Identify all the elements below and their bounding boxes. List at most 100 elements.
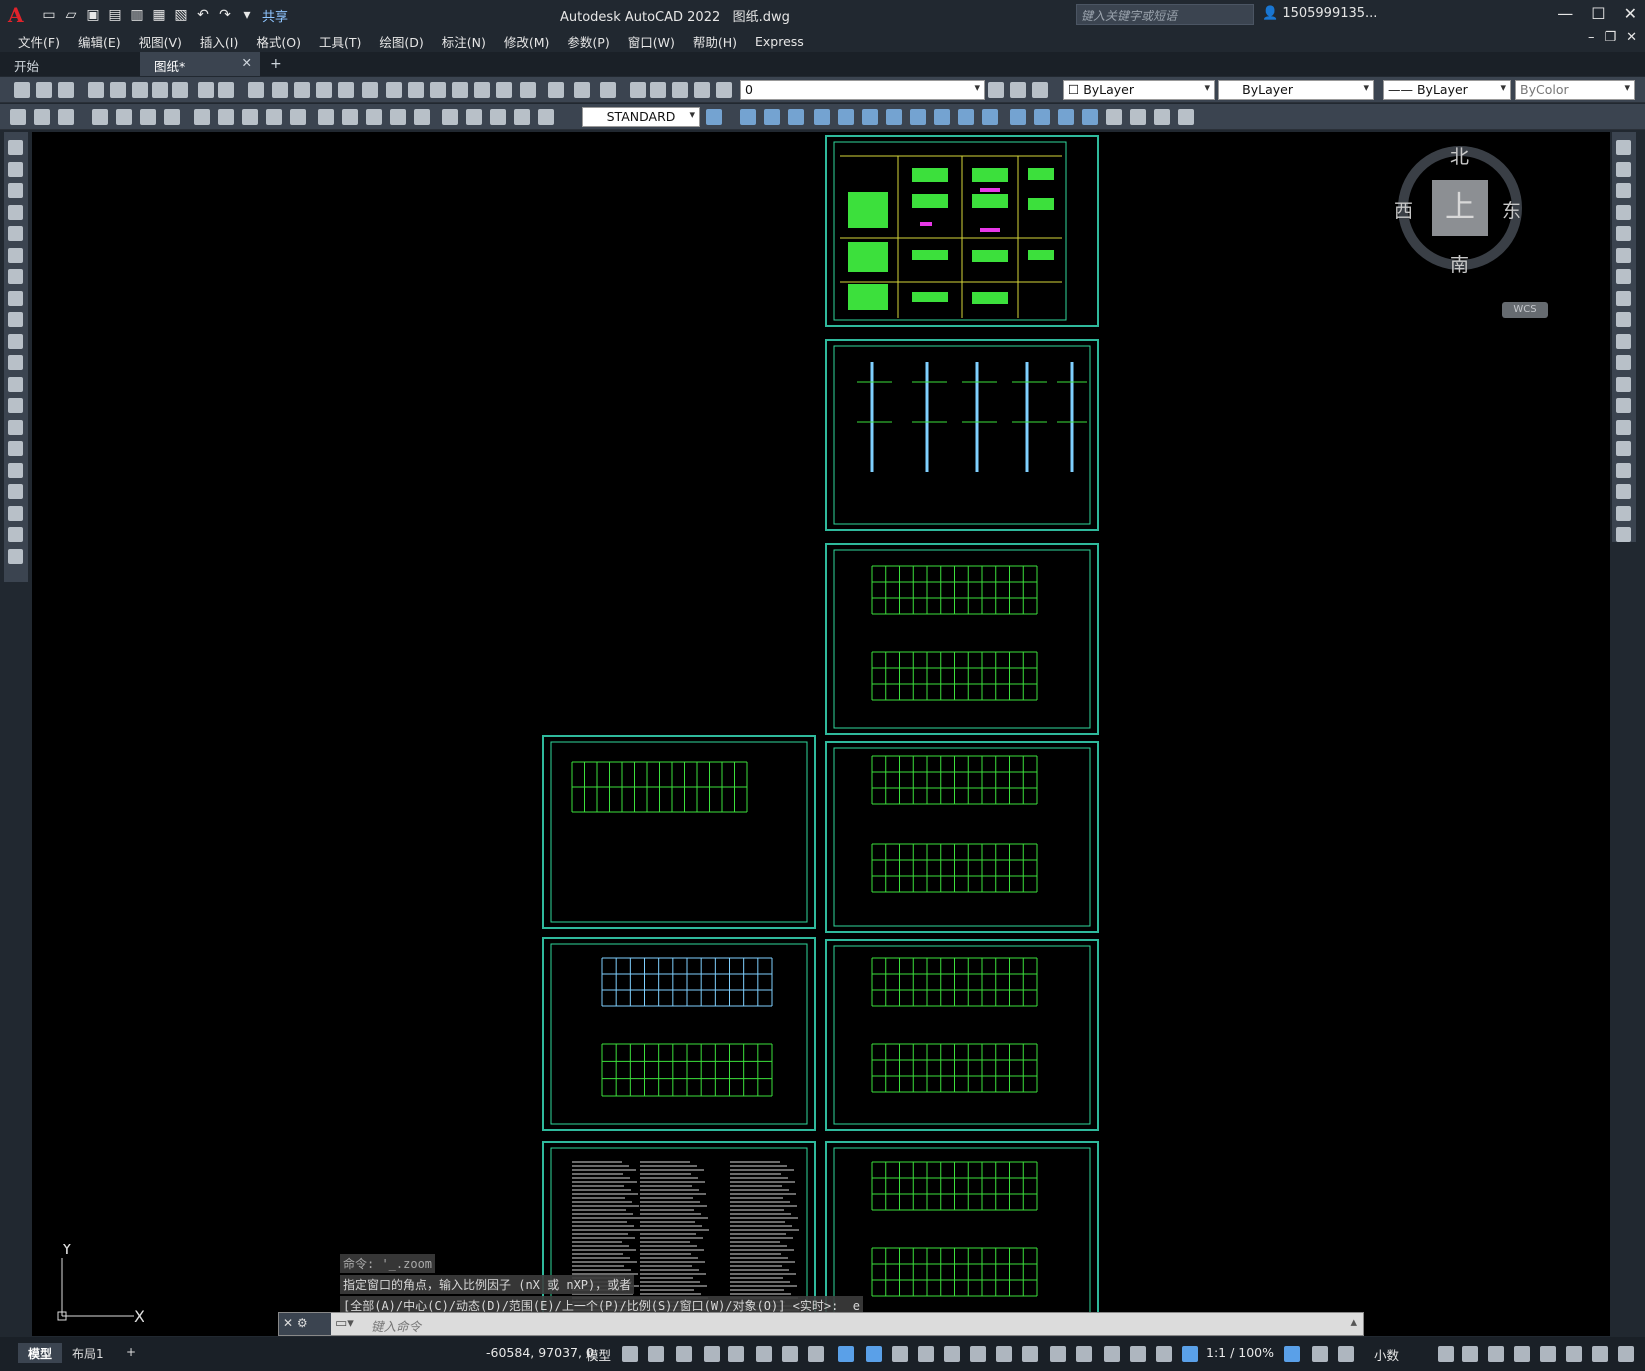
menu-express[interactable]: Express	[755, 34, 804, 49]
redo-icon[interactable]: ↷	[216, 6, 234, 24]
new-tab-icon[interactable]: +	[260, 52, 292, 76]
modify-tool-icon[interactable]	[862, 109, 878, 125]
dimension-tool-icon[interactable]	[342, 109, 358, 125]
menu-window[interactable]: 窗口(W)	[628, 32, 675, 51]
toolbar-tool-icon[interactable]	[272, 82, 288, 98]
drawing-canvas[interactable]: 上 北 南 西 东 WCS Y X	[32, 132, 1610, 1336]
tab-drawing[interactable]: 图纸* ✕	[140, 52, 260, 76]
toolbar-tool-icon[interactable]	[386, 82, 402, 98]
status-toggle-icon[interactable]	[1514, 1346, 1530, 1362]
status-toggle-icon[interactable]	[782, 1346, 798, 1362]
status-toggle-icon[interactable]	[1592, 1346, 1608, 1362]
toolbar-tool-icon[interactable]	[452, 82, 468, 98]
status-toggle-icon[interactable]	[1284, 1346, 1300, 1362]
menu-tools[interactable]: 工具(T)	[319, 32, 361, 51]
status-toggle-icon[interactable]	[1312, 1346, 1328, 1362]
modify-tool-icon[interactable]	[764, 109, 780, 125]
status-toggle-icon[interactable]	[1182, 1346, 1198, 1362]
command-input[interactable]: 键入命令	[371, 1316, 421, 1335]
modify-tool-icon[interactable]	[1616, 161, 1631, 177]
status-toggle-icon[interactable]	[944, 1346, 960, 1362]
color-dropdown[interactable]: ☐ ByLayer ▾	[1063, 80, 1215, 100]
modify-tool-icon[interactable]	[982, 109, 998, 125]
draw-tool-icon[interactable]	[8, 505, 23, 521]
toolbar-tool-icon[interactable]	[316, 82, 332, 98]
autocad-logo-icon[interactable]: A	[8, 2, 34, 28]
menu-format[interactable]: 格式(O)	[256, 32, 301, 51]
status-toggle-icon[interactable]	[892, 1346, 908, 1362]
draw-tool-icon[interactable]	[8, 226, 23, 241]
draw-tool-icon[interactable]	[8, 247, 23, 263]
tab-model[interactable]: 模型	[18, 1343, 63, 1363]
toolbar-tool-icon[interactable]	[600, 82, 616, 98]
draw-tool-icon[interactable]	[8, 183, 23, 198]
viewcube-east-label[interactable]: 东	[1502, 196, 1521, 223]
dimension-tool-icon[interactable]	[164, 109, 180, 125]
draw-tool-icon[interactable]	[8, 269, 23, 284]
linetype-dropdown[interactable]: ByLayer ▾	[1218, 80, 1374, 100]
draw-tool-icon[interactable]	[8, 419, 23, 435]
share-button[interactable]: 共享	[262, 6, 288, 25]
dimension-tool-icon[interactable]	[318, 109, 334, 125]
status-toggle-icon[interactable]	[866, 1346, 882, 1362]
recent-commands-icon[interactable]: ▭▾	[335, 1316, 354, 1331]
dimension-tool-icon[interactable]	[390, 109, 406, 125]
toolbar-tool-icon[interactable]	[88, 82, 104, 98]
menu-file[interactable]: 文件(F)	[18, 32, 60, 51]
status-toggle-icon[interactable]	[970, 1346, 986, 1362]
tab-start[interactable]: 开始	[0, 52, 140, 76]
modify-tool-icon[interactable]	[1616, 140, 1631, 155]
modify-tool-icon[interactable]	[1130, 109, 1146, 125]
status-toggle-icon[interactable]	[1022, 1346, 1038, 1362]
draw-tool-icon[interactable]	[8, 441, 23, 456]
toolbar-tool-icon[interactable]	[110, 82, 126, 98]
status-toggle-icon[interactable]	[1566, 1346, 1582, 1362]
modify-tool-icon[interactable]	[1616, 247, 1631, 263]
status-toggle-icon[interactable]	[1104, 1346, 1120, 1362]
status-toggle-icon[interactable]	[622, 1346, 638, 1362]
modify-tool-icon[interactable]	[910, 109, 926, 125]
modify-tool-icon[interactable]	[1616, 484, 1631, 499]
draw-tool-icon[interactable]	[8, 204, 23, 220]
layer-tool-icon[interactable]	[988, 82, 1004, 98]
toolbar-tool-icon[interactable]	[574, 82, 590, 98]
modify-tool-icon[interactable]	[1616, 269, 1631, 284]
annotation-scale[interactable]: 1:1 / 100%	[1206, 1345, 1274, 1360]
layer-tool-icon[interactable]	[1010, 82, 1026, 98]
status-toggle-icon[interactable]	[704, 1346, 720, 1362]
modify-tool-icon[interactable]	[1106, 109, 1122, 125]
modify-tool-icon[interactable]	[1616, 333, 1631, 349]
toolbar-tool-icon[interactable]	[294, 82, 310, 98]
modify-tool-icon[interactable]	[1058, 109, 1074, 125]
modify-tool-icon[interactable]	[814, 109, 830, 125]
menu-view[interactable]: 视图(V)	[139, 32, 182, 51]
user-account[interactable]: 👤 1505999135...	[1262, 6, 1377, 21]
toolbar-tool-icon[interactable]	[198, 82, 214, 98]
toolbar-tool-icon[interactable]	[172, 82, 188, 98]
toolbar-tool-icon[interactable]	[548, 82, 564, 98]
undo-icon[interactable]: ↶	[194, 6, 212, 24]
dimension-tool-icon[interactable]	[442, 109, 458, 125]
dimension-tool-icon[interactable]	[34, 109, 50, 125]
status-toggle-icon[interactable]	[1338, 1346, 1354, 1362]
dimension-tool-icon[interactable]	[490, 109, 506, 125]
units-dropdown[interactable]: 小数	[1374, 1345, 1399, 1364]
menu-dimension[interactable]: 标注(N)	[442, 32, 486, 51]
modify-tool-icon[interactable]	[1616, 290, 1631, 306]
modify-tool-icon[interactable]	[1034, 109, 1050, 125]
status-toggle-icon[interactable]	[1156, 1346, 1172, 1362]
draw-tool-icon[interactable]	[8, 548, 23, 564]
modify-tool-icon[interactable]	[886, 109, 902, 125]
draw-tool-icon[interactable]	[8, 462, 23, 478]
status-toggle-icon[interactable]	[1050, 1346, 1066, 1362]
tab-layout1[interactable]: 布局1	[62, 1343, 114, 1363]
customize-icon[interactable]: ⚙	[297, 1316, 308, 1330]
modify-tool-icon[interactable]	[1616, 355, 1631, 370]
toolbar-tool-icon[interactable]	[132, 82, 148, 98]
dimension-tool-icon[interactable]	[366, 109, 382, 125]
save-icon[interactable]: ▣	[84, 6, 102, 24]
menu-parametric[interactable]: 参数(P)	[567, 32, 609, 51]
draw-tool-icon[interactable]	[8, 527, 23, 542]
text-style-dropdown[interactable]: STANDARD ▾	[582, 107, 700, 127]
layer-tool-icon[interactable]	[1032, 82, 1048, 98]
